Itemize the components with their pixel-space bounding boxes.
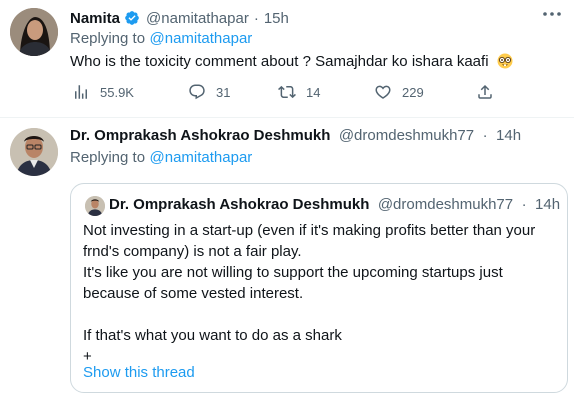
author-handle[interactable]: @namitathapar bbox=[146, 10, 249, 27]
like-count: 229 bbox=[402, 84, 424, 100]
author-name[interactable]: Dr. Omprakash Ashokrao Deshmukh bbox=[70, 127, 330, 144]
tweet-text: Who is the toxicity comment about ? Sama… bbox=[70, 52, 513, 72]
tweet-header: Namita @namitathapar · 15h bbox=[70, 8, 289, 28]
timestamp[interactable]: 14h bbox=[496, 127, 521, 144]
tweet-namita[interactable]: Namita @namitathapar · 15h Replying to @… bbox=[0, 0, 574, 118]
share-button[interactable] bbox=[476, 82, 504, 102]
share-icon bbox=[478, 84, 492, 99]
tweet-header: Dr. Omprakash Ashokrao Deshmukh @dromdes… bbox=[70, 127, 521, 147]
views-button[interactable]: 55.9K bbox=[72, 82, 134, 102]
verified-badge-icon bbox=[125, 11, 139, 25]
quoted-tweet-card[interactable]: Dr. Omprakash Ashokrao Deshmukh @dromdes… bbox=[70, 183, 568, 393]
quote-header: Dr. Omprakash Ashokrao Deshmukh @dromdes… bbox=[109, 196, 560, 214]
nerd-face-emoji-icon bbox=[497, 53, 513, 69]
replying-to-label: Replying to bbox=[70, 30, 146, 47]
timestamp[interactable]: 15h bbox=[264, 10, 289, 27]
like-button[interactable]: 229 bbox=[374, 82, 424, 102]
retweet-icon bbox=[278, 85, 296, 99]
tweet-body: Who is the toxicity comment about ? Sama… bbox=[70, 53, 489, 70]
author-handle[interactable]: @dromdeshmukh77 bbox=[339, 127, 474, 144]
quote-avatar bbox=[85, 196, 105, 216]
author-name[interactable]: Namita bbox=[70, 10, 120, 27]
quote-author-handle: @dromdeshmukh77 bbox=[377, 196, 514, 213]
quote-body: Not investing in a start-up (even if it'… bbox=[83, 222, 536, 365]
reply-icon bbox=[189, 84, 205, 100]
separator: · bbox=[521, 196, 527, 213]
separator: · bbox=[482, 127, 488, 144]
quote-timestamp: 14h bbox=[535, 196, 561, 213]
reply-count: 31 bbox=[216, 84, 231, 100]
views-icon bbox=[75, 85, 87, 99]
reply-button[interactable]: 31 bbox=[188, 82, 230, 102]
avatar[interactable] bbox=[10, 8, 58, 56]
tweet-actions: 55.9K 31 14 229 bbox=[72, 82, 502, 102]
retweet-button[interactable]: 14 bbox=[278, 82, 320, 102]
replying-to-label: Replying to bbox=[70, 149, 146, 166]
views-count: 55.9K bbox=[100, 84, 134, 100]
replying-to-handle[interactable]: @namitathapar bbox=[150, 30, 253, 47]
more-options-icon[interactable] bbox=[542, 10, 562, 18]
heart-icon bbox=[375, 85, 391, 99]
replying-to: Replying to @namitathapar bbox=[70, 30, 252, 48]
quote-author-name: Dr. Omprakash Ashokrao Deshmukh bbox=[109, 196, 370, 213]
show-thread-link[interactable]: Show this thread bbox=[83, 364, 195, 381]
replying-to: Replying to @namitathapar bbox=[70, 149, 252, 167]
replying-to-handle[interactable]: @namitathapar bbox=[150, 149, 253, 166]
separator: · bbox=[253, 9, 259, 27]
avatar[interactable] bbox=[10, 128, 58, 176]
retweet-count: 14 bbox=[306, 84, 321, 100]
